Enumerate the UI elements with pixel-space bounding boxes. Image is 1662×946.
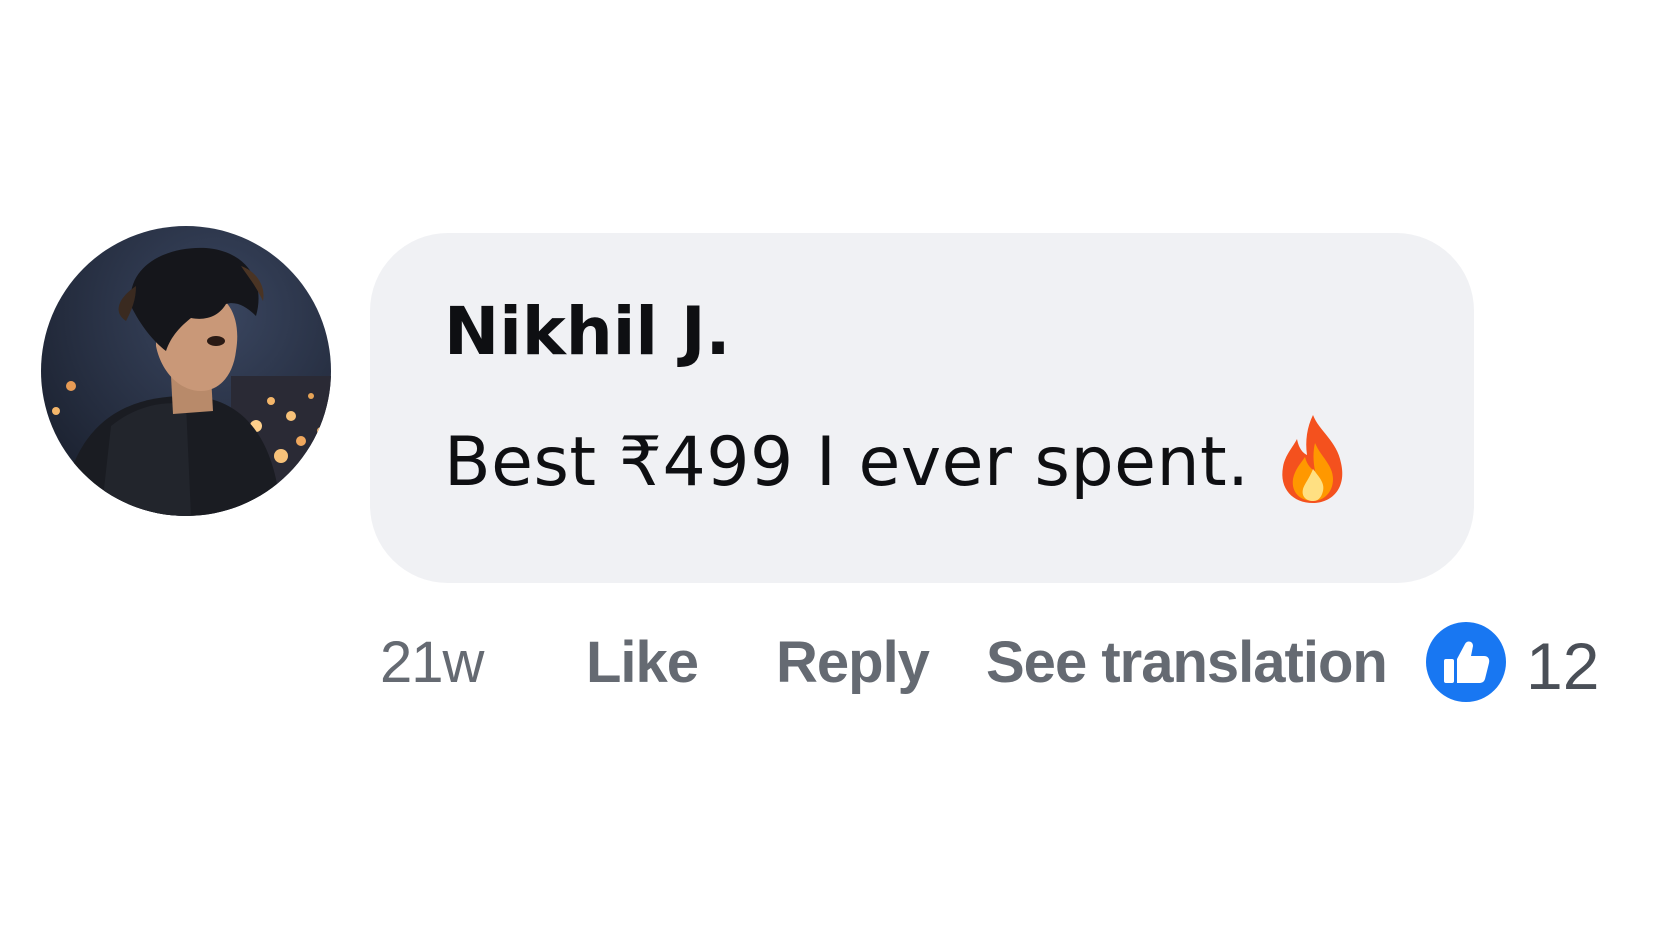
like-button[interactable]: Like bbox=[586, 625, 699, 701]
comment-author[interactable]: Nikhil J. bbox=[444, 299, 1474, 365]
reaction-count[interactable]: 12 bbox=[1526, 628, 1599, 704]
comment-body: Best ₹499 I ever spent. bbox=[444, 415, 1474, 503]
reply-button[interactable]: Reply bbox=[776, 625, 930, 701]
thumbs-up-icon[interactable] bbox=[1426, 622, 1506, 702]
fire-icon bbox=[1275, 413, 1351, 505]
avatar[interactable] bbox=[41, 226, 331, 516]
comment-view: Nikhil J. Best ₹499 I ever spent. 21w Li… bbox=[0, 0, 1662, 946]
comment-bubble: Nikhil J. Best ₹499 I ever spent. bbox=[370, 233, 1474, 583]
comment-timestamp[interactable]: 21w bbox=[380, 625, 484, 701]
comment-actions: 21w Like Reply See translation bbox=[0, 625, 1662, 701]
see-translation-button[interactable]: See translation bbox=[986, 625, 1388, 701]
comment-text: Best ₹499 I ever spent. bbox=[444, 423, 1250, 502]
